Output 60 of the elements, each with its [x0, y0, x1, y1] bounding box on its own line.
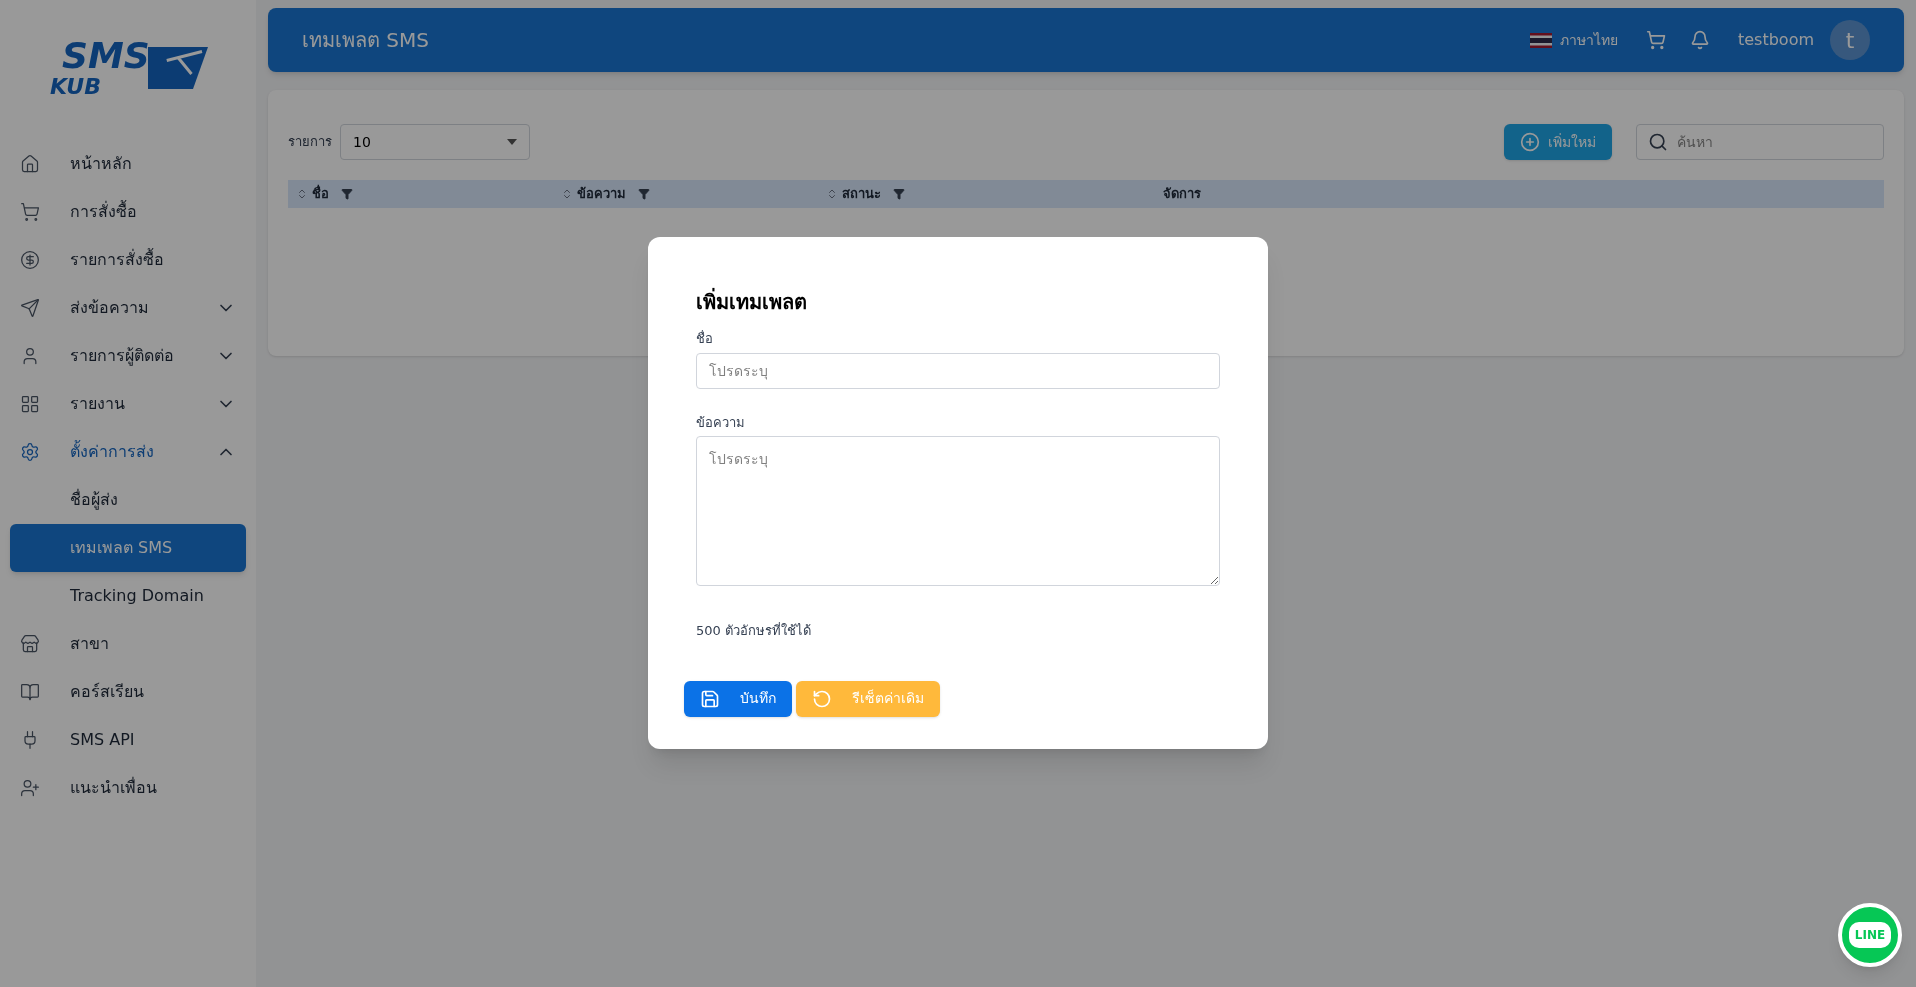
column-header[interactable]: สถานะ [818, 180, 1083, 208]
rows-label: รายการ [288, 133, 332, 152]
filter-icon[interactable] [638, 188, 650, 200]
notification-icon[interactable] [1689, 30, 1710, 50]
home-icon [20, 154, 40, 174]
column-header[interactable]: ชื่อ [288, 180, 553, 208]
username[interactable]: testboom [1737, 28, 1814, 52]
sidebar-subitem[interactable]: Tracking Domain [10, 572, 246, 620]
sidebar-item[interactable]: ตั้งค่าการส่ง [0, 428, 256, 476]
name-field[interactable]: โปรดระบุ [696, 352, 1220, 389]
message-field[interactable]: โปรดระบุ [696, 436, 1220, 586]
column-header[interactable]: จัดการ [1083, 180, 1884, 208]
send-icon [20, 298, 40, 318]
column-label: จัดการ [1163, 185, 1201, 204]
sort-icon[interactable] [826, 188, 838, 200]
sort-icon[interactable] [561, 188, 573, 200]
column-header[interactable]: ข้อความ [553, 180, 818, 208]
store-icon [20, 634, 40, 654]
dialog-title: เพิ่มเทมเพลต [696, 287, 808, 316]
book-icon [20, 682, 40, 702]
sidebar-subitem[interactable]: ชื่อผู้ส่ง [10, 476, 246, 524]
field-label: ชื่อ [696, 329, 714, 348]
cart-icon[interactable] [1645, 30, 1666, 50]
grid-icon [20, 394, 40, 414]
field-label: ข้อความ [696, 413, 746, 432]
logo-subtext: KUB [50, 74, 101, 100]
sidebar-item[interactable]: หน้าหลัก [0, 140, 256, 188]
rows-select[interactable]: 10 [340, 124, 530, 160]
sidebar-item[interactable]: รายงาน [0, 380, 256, 428]
save-icon [700, 688, 720, 709]
sidebar-item[interactable]: SMS API [0, 716, 256, 764]
column-label: ชื่อ [312, 184, 329, 204]
language-selector[interactable]: ภาษาไทย [1559, 29, 1618, 51]
page-title: เทมเพลต SMS [302, 27, 430, 54]
settings-icon [20, 442, 40, 462]
user-plus-icon [20, 778, 40, 798]
sidebar-item[interactable]: ส่งข้อความ [0, 284, 256, 332]
search-field[interactable]: ค้นหา [1636, 124, 1884, 160]
thai-flag-icon [1529, 32, 1552, 48]
logo-text: SMS [62, 36, 150, 76]
sidebar-item[interactable]: รายการสั่งซื้อ [0, 236, 256, 284]
sidebar-item[interactable]: สาขา [0, 620, 256, 668]
character-counter: 500 ตัวอักษรที่ใช้ได้ [696, 621, 812, 640]
filter-icon[interactable] [893, 188, 905, 200]
dollar-icon [20, 250, 40, 270]
sidebar-subitem[interactable]: เทมเพลต SMS [10, 524, 246, 572]
cart-icon [20, 202, 40, 222]
sidebar-item[interactable]: รายการผู้ติดต่อ [0, 332, 256, 380]
column-label: ข้อความ [577, 185, 626, 204]
dropdown-caret-icon [507, 139, 517, 145]
sidebar-item[interactable]: การสั่งซื้อ [0, 188, 256, 236]
search-icon [1648, 132, 1668, 152]
sidebar-item[interactable]: แนะนำเพื่อน [0, 764, 256, 812]
sort-icon[interactable] [296, 188, 308, 200]
filter-icon[interactable] [341, 188, 353, 200]
reset-icon [812, 688, 832, 709]
column-label: สถานะ [842, 185, 881, 204]
save-button[interactable]: บันทึก [684, 680, 792, 717]
sidebar-item[interactable]: คอร์สเรียน [0, 668, 256, 716]
plus-icon [1520, 132, 1540, 152]
